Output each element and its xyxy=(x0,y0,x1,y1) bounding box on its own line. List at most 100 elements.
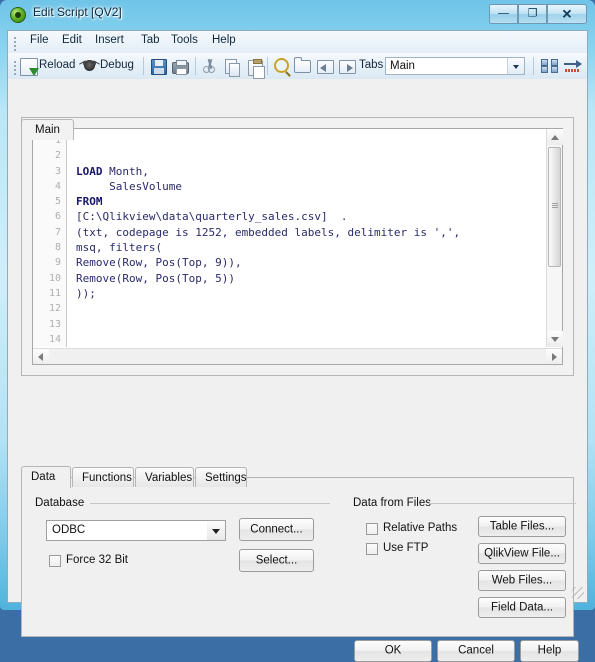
menu-item-file[interactable]: File xyxy=(28,34,51,50)
chevron-down-icon[interactable] xyxy=(207,521,225,540)
code-line: SalesVolume xyxy=(76,179,182,193)
code-line: Remove(Row, Pos(Top, 9)), xyxy=(76,256,242,270)
line-number: 8 xyxy=(54,242,61,254)
menu-grip-icon[interactable] xyxy=(13,35,17,51)
ok-button[interactable]: OK xyxy=(354,640,432,662)
menu-item-insert[interactable]: Insert xyxy=(93,34,126,50)
line-number-gutter: 1 2 3 4 5 6 7 8 9 10 11 12 13 14 xyxy=(33,129,67,347)
line-number: 3 xyxy=(54,165,61,177)
print-icon[interactable] xyxy=(172,60,189,75)
code-line: FROM xyxy=(76,195,103,209)
close-icon: ✕ xyxy=(561,6,573,22)
minimize-button[interactable]: — xyxy=(489,4,518,24)
toolbar: Reload Debug Tabs Main xyxy=(8,53,587,80)
scroll-down-icon[interactable] xyxy=(547,331,563,347)
copy-icon[interactable] xyxy=(225,59,240,77)
checkbox-box xyxy=(366,543,378,555)
vertical-scroll-thumb[interactable] xyxy=(548,147,561,267)
line-number: 4 xyxy=(54,180,61,192)
code-line: (txt, codepage is 1252, embedded labels,… xyxy=(76,225,461,239)
line-number: 5 xyxy=(54,196,61,208)
scroll-up-icon[interactable] xyxy=(547,129,563,145)
database-group-label: Database xyxy=(35,497,85,509)
web-files-button[interactable]: Web Files... xyxy=(478,570,566,591)
help-button[interactable]: Help xyxy=(520,640,579,662)
cut-icon[interactable] xyxy=(202,59,216,73)
field-data-button[interactable]: Field Data... xyxy=(478,597,566,618)
dialog-body: Main 1 2 3 4 5 6 7 8 9 10 11 xyxy=(8,79,587,662)
toolbar-separator xyxy=(143,57,144,75)
new-tab-icon[interactable] xyxy=(294,57,311,73)
line-number: 12 xyxy=(48,303,61,315)
tab-functions[interactable]: Functions xyxy=(72,467,134,487)
close-button[interactable]: ✕ xyxy=(547,4,587,24)
select-button[interactable]: Select... xyxy=(239,549,314,572)
script-tab-main[interactable]: Main xyxy=(21,119,74,140)
edit-script-window: Edit Script [QV2] — ❐ ✕ File Edit Insert… xyxy=(0,0,595,662)
minimize-icon: — xyxy=(498,7,509,20)
tab-data[interactable]: Data xyxy=(21,466,71,488)
table-viewer-icon[interactable] xyxy=(541,59,558,73)
scroll-left-icon[interactable] xyxy=(33,349,49,364)
tab-variables[interactable]: Variables xyxy=(135,467,194,487)
line-number: 9 xyxy=(54,257,61,269)
force-32-bit-label: Force 32 Bit xyxy=(66,554,128,566)
maximize-button[interactable]: ❐ xyxy=(518,4,547,24)
qlikview-file-button[interactable]: QlikView File... xyxy=(478,543,566,564)
database-group-line xyxy=(90,503,330,504)
checkbox-box xyxy=(49,555,61,567)
script-code[interactable]: LOAD Month, SalesVolume FROM [C:\Qlikvie… xyxy=(68,129,545,347)
debug-icon[interactable] xyxy=(84,60,95,71)
toolbar-grip-icon[interactable] xyxy=(13,59,17,75)
editor-horizontal-scrollbar[interactable] xyxy=(33,348,562,364)
reload-button[interactable]: Reload xyxy=(39,59,75,71)
editor-vertical-scrollbar[interactable] xyxy=(546,129,563,347)
menu-item-help[interactable]: Help xyxy=(210,34,238,50)
find-icon[interactable] xyxy=(274,58,289,73)
line-number: 14 xyxy=(48,333,61,345)
table-files-button[interactable]: Table Files... xyxy=(478,516,566,537)
checkbox-box xyxy=(366,523,378,535)
tabs-combo[interactable]: Main xyxy=(385,57,525,75)
window-title: Edit Script [QV2] xyxy=(33,5,122,19)
tabs-combo-value: Main xyxy=(390,60,415,72)
menu-item-tools[interactable]: Tools xyxy=(169,34,200,50)
menu-item-edit[interactable]: Edit xyxy=(60,34,84,50)
promote-tab-icon[interactable] xyxy=(317,60,334,74)
resize-grip-icon[interactable] xyxy=(572,587,584,599)
code-line: )); xyxy=(76,286,96,300)
connect-button[interactable]: Connect... xyxy=(239,518,314,541)
window-client-area: File Edit Insert Tab Tools Help Reload D… xyxy=(7,30,588,662)
toolbar-separator xyxy=(195,57,196,75)
scroll-right-icon[interactable] xyxy=(546,349,562,364)
toolbar-separator xyxy=(533,57,534,75)
use-ftp-label: Use FTP xyxy=(383,542,429,554)
line-number: 10 xyxy=(48,272,61,284)
code-line: [C:\Qlikview\data\quarterly_sales.csv] . xyxy=(76,210,348,224)
database-combo-value: ODBC xyxy=(52,524,86,536)
relative-paths-label: Relative Paths xyxy=(383,522,458,534)
chevron-down-icon[interactable] xyxy=(507,58,524,74)
data-from-files-group-line xyxy=(428,503,576,504)
line-number: 2 xyxy=(54,150,61,162)
database-combo[interactable]: ODBC xyxy=(46,520,226,541)
qlikview-icon xyxy=(10,7,26,23)
menu-item-tab[interactable]: Tab xyxy=(139,34,162,50)
cancel-button[interactable]: Cancel xyxy=(437,640,515,662)
title-bar: Edit Script [QV2] — ❐ ✕ xyxy=(0,0,595,30)
demote-tab-icon[interactable] xyxy=(339,60,356,74)
tab-settings[interactable]: Settings xyxy=(195,467,247,487)
line-number: 7 xyxy=(54,226,61,238)
line-number: 13 xyxy=(48,318,61,330)
script-editor[interactable]: 1 2 3 4 5 6 7 8 9 10 11 12 13 14 xyxy=(32,128,563,365)
code-line: Remove(Row, Pos(Top, 5)) xyxy=(76,271,235,285)
save-icon[interactable] xyxy=(151,59,167,75)
reload-icon[interactable] xyxy=(20,58,39,76)
generate-script-icon[interactable] xyxy=(564,59,582,73)
debug-button[interactable]: Debug xyxy=(100,59,134,71)
paste-icon[interactable] xyxy=(248,59,265,79)
